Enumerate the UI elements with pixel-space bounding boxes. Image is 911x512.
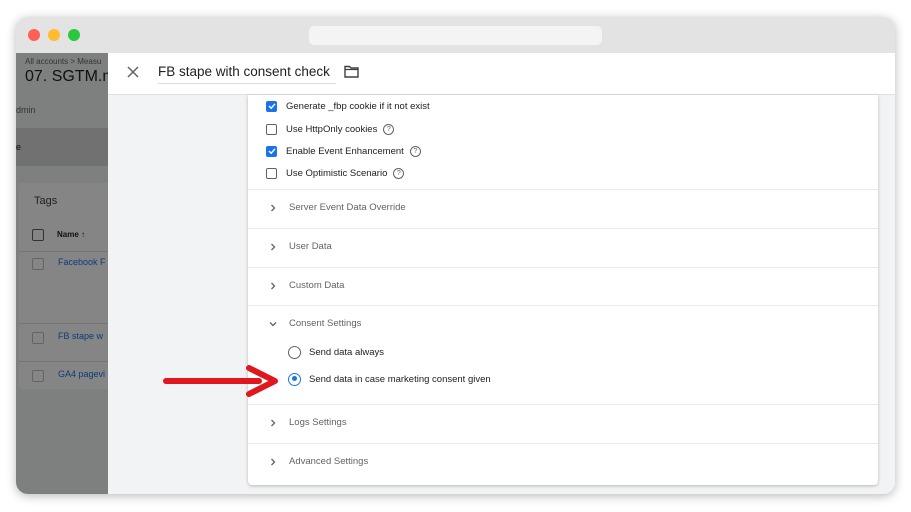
section-user-data[interactable]: User Data (248, 228, 878, 267)
chevron-right-icon (271, 458, 276, 466)
section-label[interactable]: Consent Settings (289, 318, 361, 329)
section-logs-settings[interactable]: Logs Settings (248, 404, 878, 443)
radio-send-data-always[interactable]: Send data always (288, 344, 384, 360)
check-icon (268, 103, 276, 110)
tag-editor-panel: FB stape with consent check Generate _fb… (108, 53, 895, 494)
section-label: User Data (289, 241, 332, 252)
option-generate-fbp[interactable]: Generate _fbp cookie if it not exist (266, 98, 430, 114)
section-server-event-data-override[interactable]: Server Event Data Override (248, 189, 878, 228)
tag-name-field[interactable]: FB stape with consent check (158, 61, 336, 84)
tag-configuration-card: Generate _fbp cookie if it not exist Use… (248, 95, 878, 485)
checkbox-checked[interactable] (266, 145, 277, 157)
section-label: Server Event Data Override (289, 202, 406, 213)
radio-button-unselected[interactable] (288, 345, 301, 359)
radio-send-data-marketing-consent[interactable]: Send data in case marketing consent give… (288, 371, 491, 387)
chevron-right-icon (271, 419, 276, 427)
chevron-right-icon (271, 282, 276, 290)
checkbox-checked[interactable] (266, 100, 277, 112)
chevron-right-icon (271, 243, 276, 251)
folder-icon[interactable] (344, 65, 359, 78)
section-label: Logs Settings (289, 417, 347, 428)
help-icon[interactable]: ? (393, 167, 405, 179)
option-httponly-cookies[interactable]: Use HttpOnly cookies ? (266, 121, 395, 137)
section-label: Advanced Settings (289, 456, 369, 467)
panel-header: FB stape with consent check (108, 53, 895, 95)
checkbox-unchecked[interactable] (266, 167, 277, 179)
close-icon[interactable] (124, 63, 142, 81)
option-label: Use HttpOnly cookies (286, 123, 378, 135)
section-consent-settings: Consent Settings Send data always Send d… (248, 305, 878, 404)
help-icon[interactable]: ? (409, 145, 421, 157)
annotation-arrow-icon (163, 365, 278, 397)
browser-window: All accounts > Measu 07. SGTM.m dmin e T… (16, 17, 895, 494)
modal-scrim[interactable] (16, 53, 108, 494)
help-icon[interactable]: ? (383, 123, 395, 135)
chevron-down-icon[interactable] (268, 319, 278, 329)
radio-label: Send data in case marketing consent give… (309, 373, 491, 385)
section-advanced-settings[interactable]: Advanced Settings (248, 443, 878, 482)
chevron-right-icon (271, 204, 276, 212)
radio-label: Send data always (309, 346, 384, 358)
maximize-window-button[interactable] (68, 29, 80, 41)
option-optimistic-scenario[interactable]: Use Optimistic Scenario ? (266, 165, 405, 181)
checkbox-unchecked[interactable] (266, 123, 277, 135)
minimize-window-button[interactable] (48, 29, 60, 41)
option-label: Generate _fbp cookie if it not exist (286, 100, 430, 112)
title-bar (16, 17, 895, 53)
option-event-enhancement[interactable]: Enable Event Enhancement ? (266, 143, 421, 159)
check-icon (268, 148, 276, 155)
address-bar[interactable] (309, 26, 602, 45)
option-label: Use Optimistic Scenario (286, 167, 388, 179)
option-label: Enable Event Enhancement (286, 145, 404, 157)
radio-button-selected[interactable] (288, 372, 301, 386)
close-window-button[interactable] (28, 29, 40, 41)
section-custom-data[interactable]: Custom Data (248, 267, 878, 306)
section-label: Custom Data (289, 280, 345, 291)
